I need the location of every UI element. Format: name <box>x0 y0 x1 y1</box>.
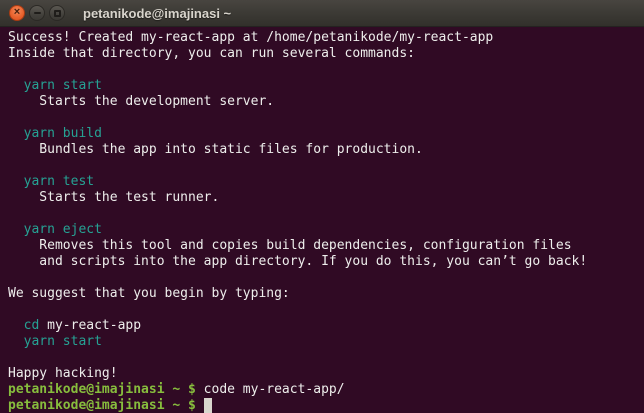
terminal-text: code my-react-app/ <box>195 382 345 397</box>
terminal-line: Bundles the app into static files for pr… <box>8 142 638 158</box>
terminal-text: Inside that directory, you can run sever… <box>8 46 415 61</box>
minimize-icon <box>33 12 41 14</box>
maximize-icon <box>53 9 61 17</box>
command-text: cd <box>8 318 40 333</box>
terminal-line: yarn start <box>8 334 638 350</box>
minimize-button[interactable] <box>29 5 45 21</box>
terminal-line: We suggest that you begin by typing: <box>8 286 638 302</box>
window-title: petanikode@imajinasi ~ <box>83 5 232 21</box>
terminal-line: and scripts into the app directory. If y… <box>8 254 638 270</box>
terminal-text: Starts the development server. <box>8 94 275 109</box>
terminal-line: yarn test <box>8 174 638 190</box>
terminal-text: Starts the test runner. <box>8 190 220 205</box>
terminal-line: Happy hacking! <box>8 366 638 382</box>
command-text: yarn build <box>8 126 102 141</box>
terminal-line: petanikode@imajinasi ~ $ <box>8 398 638 413</box>
terminal-text: Removes this tool and copies build depen… <box>8 238 572 253</box>
terminal-text: Bundles the app into static files for pr… <box>8 142 423 157</box>
terminal-text: We suggest that you begin by typing: <box>8 286 290 301</box>
terminal-line: Inside that directory, you can run sever… <box>8 46 638 62</box>
command-text: yarn start <box>8 334 102 349</box>
shell-prompt: petanikode@imajinasi ~ $ <box>8 398 204 413</box>
terminal-text: my-react-app <box>39 318 142 333</box>
command-text: yarn start <box>8 78 102 93</box>
terminal-line: yarn start <box>8 78 638 94</box>
terminal-line: petanikode@imajinasi ~ $ code my-react-a… <box>8 382 638 398</box>
terminal-line: Success! Created my-react-app at /home/p… <box>8 30 638 46</box>
terminal-line: yarn eject <box>8 222 638 238</box>
shell-prompt: petanikode@imajinasi ~ $ <box>8 382 196 397</box>
terminal-text: Happy hacking! <box>8 366 118 381</box>
terminal-screen[interactable]: Success! Created my-react-app at /home/p… <box>0 27 644 413</box>
window-titlebar[interactable]: × petanikode@imajinasi ~ <box>0 0 644 27</box>
maximize-button[interactable] <box>49 5 65 21</box>
terminal-cursor <box>203 398 212 413</box>
terminal-window: × petanikode@imajinasi ~ Success! Create… <box>0 0 644 413</box>
terminal-line: cd my-react-app <box>8 318 638 334</box>
terminal-text: and scripts into the app directory. If y… <box>8 254 588 269</box>
close-icon: × <box>13 6 21 18</box>
terminal-line: Removes this tool and copies build depen… <box>8 238 638 254</box>
terminal-text: Success! Created my-react-app at /home/p… <box>8 30 494 45</box>
terminal-line: Starts the test runner. <box>8 190 638 206</box>
close-button[interactable]: × <box>9 5 25 21</box>
terminal-line: yarn build <box>8 126 638 142</box>
terminal-line: Starts the development server. <box>8 94 638 110</box>
command-text: yarn test <box>8 174 95 189</box>
command-text: yarn eject <box>8 222 102 237</box>
